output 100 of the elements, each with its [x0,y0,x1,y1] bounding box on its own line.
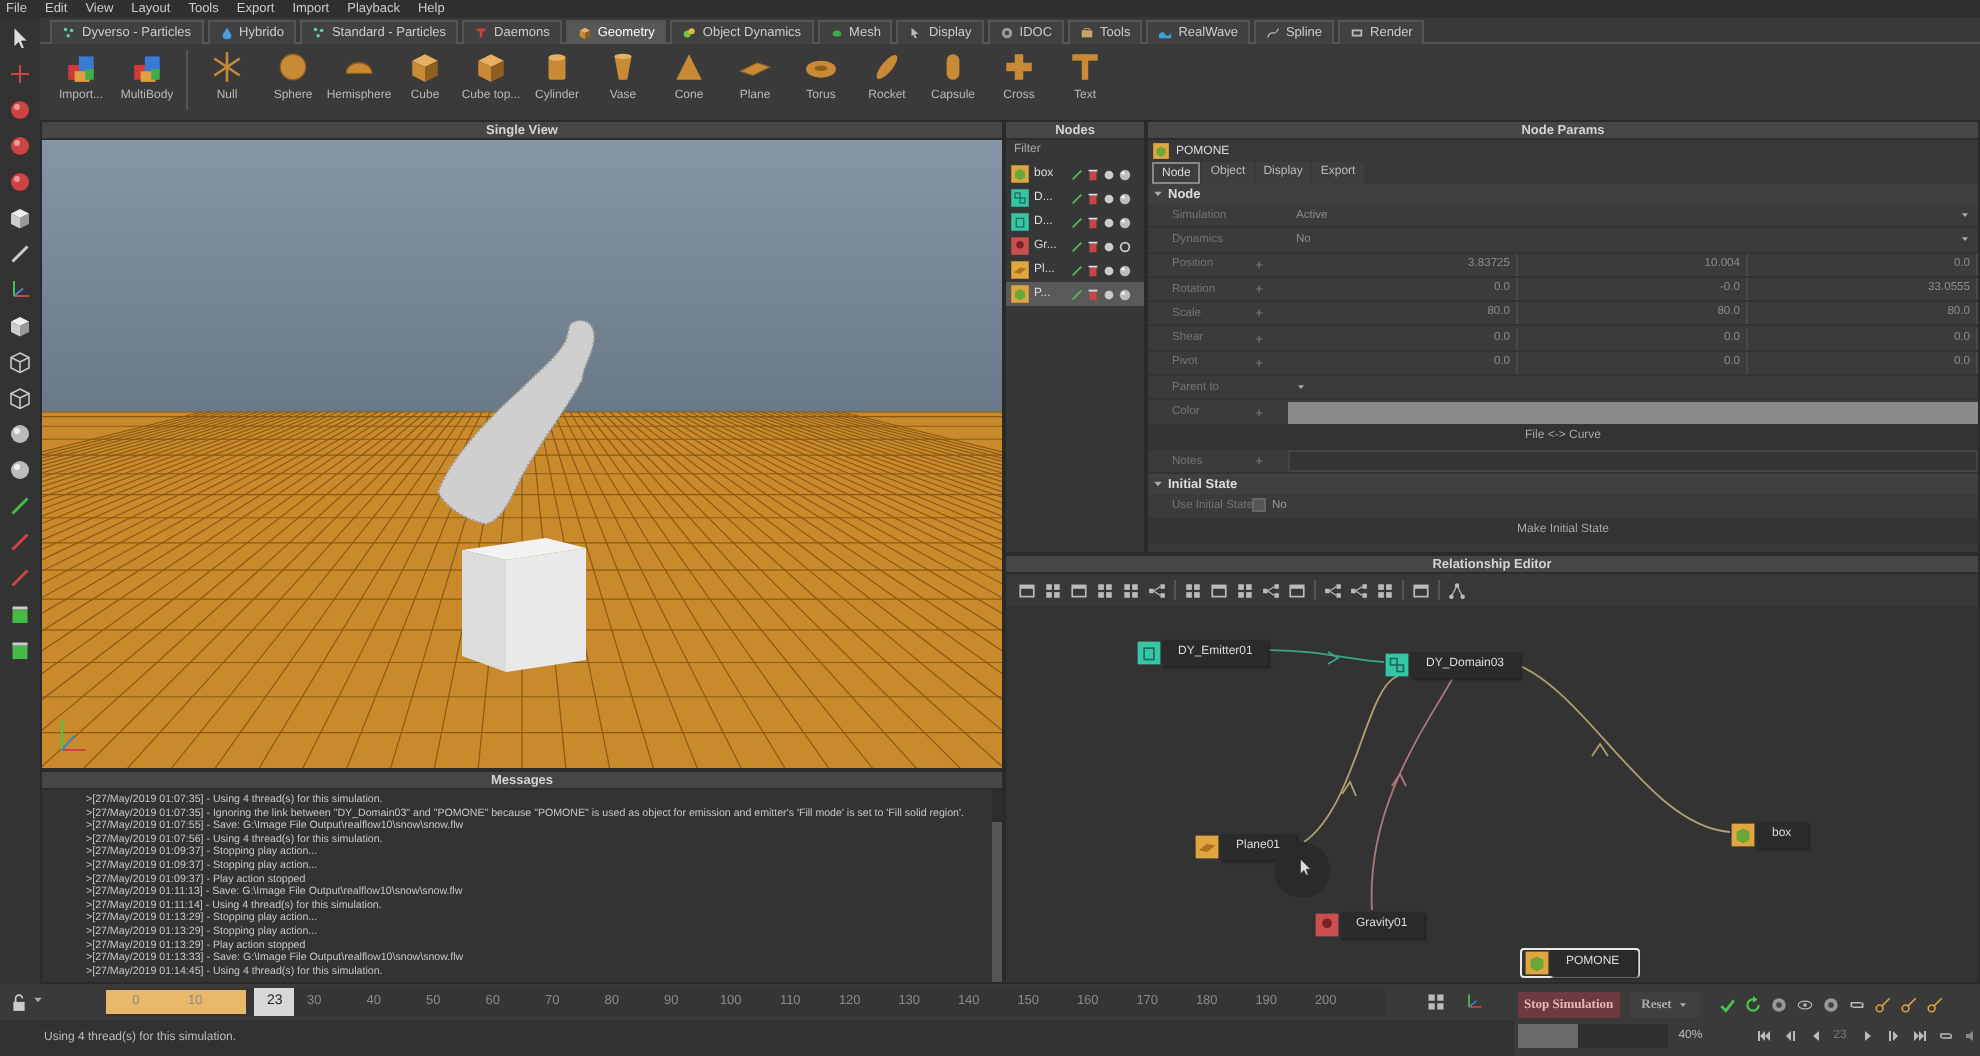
window-icon[interactable] [1412,581,1430,599]
daemon-node-icon [1314,912,1340,938]
sphere-icon[interactable] [8,170,32,194]
t-shape-icon[interactable] [1068,50,1102,84]
trash-icon[interactable] [1086,263,1100,277]
caret-down-icon [1960,210,1970,221]
bucket-icon[interactable] [8,602,32,626]
grid-icon[interactable] [1236,581,1254,599]
blob-icon [829,26,844,40]
grid-icon[interactable] [1122,581,1140,599]
cube-icon[interactable] [8,350,32,374]
caret-down-icon[interactable] [1152,188,1164,200]
refresh-icon[interactable] [1743,995,1762,1013]
key-icon[interactable] [1899,995,1918,1013]
dot-icon[interactable] [1102,287,1116,301]
dot-icon[interactable] [1102,167,1116,181]
dot-icon[interactable] [1102,215,1116,229]
cube-node-icon [1152,142,1170,160]
ring-icon[interactable] [1118,239,1132,253]
nodes-icon[interactable] [1324,581,1342,599]
color-swatch[interactable] [1288,401,1978,424]
nodes-icon[interactable] [1148,581,1166,599]
trash-icon[interactable] [1086,167,1100,181]
plane-node-icon [1194,834,1220,860]
caret-down-icon[interactable] [32,993,44,1005]
window-icon[interactable] [1070,581,1088,599]
trash-icon[interactable] [1086,287,1100,301]
cube-icon[interactable] [8,314,32,338]
window-icon[interactable] [1210,581,1228,599]
check-icon[interactable] [1717,995,1736,1013]
dot-icon[interactable] [1102,263,1116,277]
cube-icon[interactable] [8,206,32,230]
lock-icon[interactable] [10,993,28,1011]
grid-icon[interactable] [1426,992,1446,1012]
particles-icon [311,26,326,40]
scrollbar[interactable] [992,790,1002,982]
nodes-icon[interactable] [1262,581,1280,599]
spheres-icon [682,26,697,40]
wave-icon [1158,26,1173,40]
loop-icon[interactable] [1938,1028,1954,1044]
blocks-icon[interactable] [130,50,164,84]
t-shape-icon [474,26,489,40]
window-icon[interactable] [1288,581,1306,599]
caret-down-icon [1677,999,1688,1009]
cursor-icon[interactable] [8,26,32,50]
trash-icon[interactable] [1086,215,1100,229]
cube-icon[interactable] [474,50,508,84]
particles-icon [62,26,76,40]
caret-down-icon[interactable] [1152,478,1164,491]
plane-node-icon [1010,260,1030,280]
grid-icon[interactable] [1096,581,1114,599]
grid-icon[interactable] [1376,581,1394,599]
cube-node-icon [1010,284,1030,304]
bucket-icon[interactable] [8,638,32,662]
sphere-icon[interactable] [8,98,32,122]
emitter-node-icon [1010,212,1030,232]
cube-icon[interactable] [408,50,442,84]
sphere-icon[interactable] [8,422,32,446]
tree-icon[interactable] [1448,581,1466,599]
input-field[interactable] [1288,450,1978,473]
blocks-icon[interactable] [64,50,98,84]
sphere-icon[interactable] [8,458,32,482]
dot-icon[interactable] [1102,239,1116,253]
window-icon[interactable] [1018,581,1036,599]
trash-icon[interactable] [1086,239,1100,253]
domain-node-icon [1010,188,1030,208]
eye-icon[interactable] [1795,995,1814,1013]
toolbox-icon [1080,26,1095,40]
dot-icon[interactable] [1102,191,1116,205]
cross-icon[interactable] [1002,50,1036,84]
axis-gizmo-icon [61,719,87,751]
grid-icon[interactable] [1044,581,1062,599]
pen-icon[interactable] [8,494,32,518]
cube-drawing [462,538,586,672]
cube-icon[interactable] [8,386,32,410]
trash-icon[interactable] [1086,191,1100,205]
move-icon[interactable] [8,62,32,86]
cube-icon [577,26,592,40]
cone-icon[interactable] [672,50,706,84]
axes-icon[interactable] [1464,992,1484,1012]
emitter-node-icon [1136,640,1162,666]
curve-icon [1265,26,1280,40]
sphere-icon[interactable] [8,134,32,158]
skip-back-icon[interactable] [1755,1028,1772,1044]
caret-down-icon [1296,382,1306,393]
key-icon[interactable] [1925,995,1944,1013]
step-back-icon[interactable] [1781,1028,1798,1044]
disc-icon[interactable] [1769,995,1788,1013]
asterisk-icon[interactable] [210,50,244,84]
axes-icon[interactable] [8,278,32,302]
skip-forward-icon[interactable] [1912,1028,1928,1044]
disc-icon[interactable] [1821,995,1840,1013]
checkbox[interactable] [1252,498,1266,513]
grid-icon[interactable] [1184,581,1202,599]
pointer-icon [908,26,923,40]
play-icon[interactable] [1860,1028,1876,1044]
disc-icon [999,26,1014,40]
key-icon[interactable] [1873,995,1892,1013]
step-forward-icon[interactable] [1886,1028,1902,1044]
nodes-icon[interactable] [1350,581,1368,599]
